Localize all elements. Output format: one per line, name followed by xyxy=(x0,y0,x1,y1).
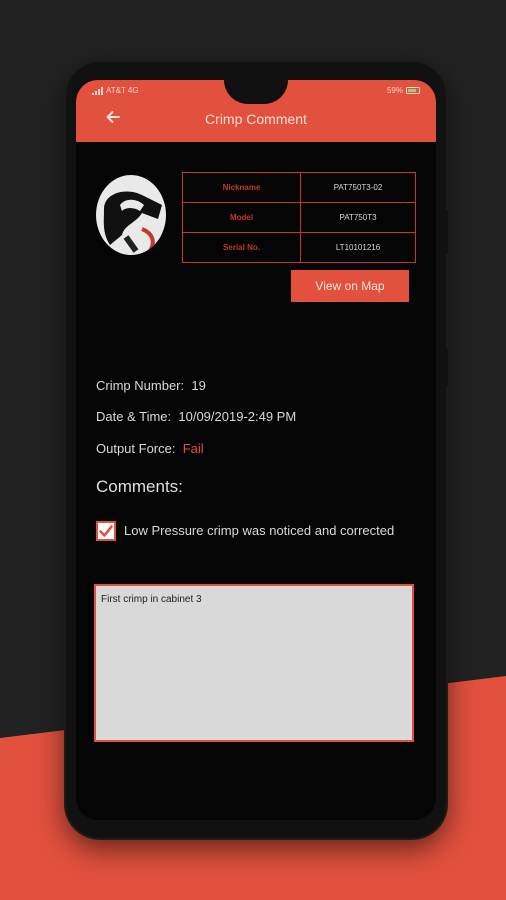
battery-text: 59% xyxy=(386,86,403,95)
battery-icon xyxy=(406,87,420,94)
nickname-label: Nickname xyxy=(182,172,301,203)
power-button xyxy=(444,210,448,254)
comments-heading: Comments: xyxy=(96,477,183,496)
output-force-value: Fail xyxy=(182,441,204,456)
phone-screen: AT&T 4G 59% Crimp Comment Nickname PAT75… xyxy=(76,80,436,820)
status-carrier: AT&T 4G xyxy=(92,86,139,95)
output-force-row: Output Force: Fail xyxy=(96,441,204,456)
model-value: PAT750T3 xyxy=(300,202,416,233)
table-row: Nickname PAT750T3-02 xyxy=(182,172,416,203)
phone-frame: AT&T 4G 59% Crimp Comment Nickname PAT75… xyxy=(66,62,448,838)
crimp-tool-image xyxy=(96,175,166,255)
low-pressure-label: Low Pressure crimp was noticed and corre… xyxy=(124,523,395,538)
low-pressure-checkbox[interactable] xyxy=(96,521,116,541)
table-row: Serial No. LT10101216 xyxy=(182,232,416,263)
datetime-row: Date & Time: 10/09/2019-2:49 PM xyxy=(96,409,296,424)
volume-button xyxy=(444,347,448,387)
status-battery: 59% xyxy=(387,86,420,95)
signal-icon xyxy=(92,87,103,95)
crimp-tool-icon xyxy=(103,191,162,253)
output-force-label: Output Force: xyxy=(96,441,176,456)
carrier-text: AT&T 4G xyxy=(106,86,139,95)
table-row: Model PAT750T3 xyxy=(182,202,416,233)
page-title: Crimp Comment xyxy=(205,111,307,127)
crimp-number-value: 19 xyxy=(191,378,206,393)
model-label: Model xyxy=(182,202,301,233)
datetime-value: 10/09/2019-2:49 PM xyxy=(178,409,297,424)
crimp-number-label: Crimp Number: xyxy=(96,378,185,393)
comment-text-area[interactable]: First crimp in cabinet 3 xyxy=(94,584,414,742)
device-info-table: Nickname PAT750T3-02 Model PAT750T3 Seri… xyxy=(182,172,416,263)
crimp-number-row: Crimp Number: 19 xyxy=(96,378,206,393)
datetime-label: Date & Time: xyxy=(96,409,172,424)
checkmark-icon xyxy=(99,525,113,537)
serial-value: LT10101216 xyxy=(300,232,416,263)
nickname-value: PAT750T3-02 xyxy=(300,172,416,203)
serial-label: Serial No. xyxy=(182,232,301,263)
view-on-map-button[interactable]: View on Map xyxy=(291,270,409,302)
